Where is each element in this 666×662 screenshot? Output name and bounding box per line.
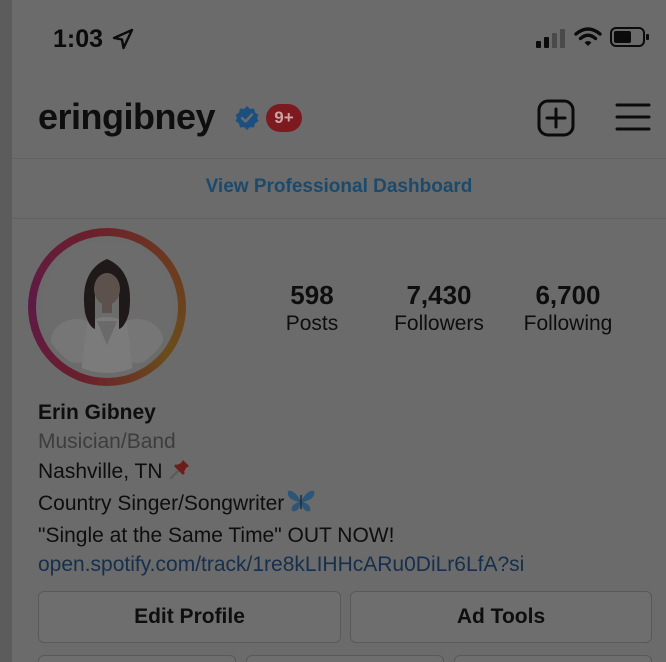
bio-location: Nashville, TN — [38, 459, 163, 483]
bio-location-line: Nashville, TN — [38, 457, 524, 489]
wifi-icon — [574, 26, 602, 53]
posts-label: Posts — [285, 312, 339, 335]
stat-followers[interactable]: 7,430 Followers — [384, 280, 494, 338]
followers-label: Followers — [394, 312, 484, 335]
stat-following[interactable]: 6,700 Following — [516, 280, 620, 338]
location-arrow-icon — [112, 28, 134, 55]
profile-header: eringibney 9+ — [12, 88, 666, 150]
followers-count: 7,430 — [406, 280, 472, 310]
secondary-button-3[interactable] — [454, 655, 652, 662]
following-count: 6,700 — [535, 280, 601, 310]
butterfly-icon — [286, 489, 316, 521]
verified-badge-icon — [234, 105, 260, 136]
edit-profile-button[interactable]: Edit Profile — [38, 591, 341, 643]
profile-username[interactable]: eringibney — [38, 96, 216, 138]
profile-screen: 1:03 eringibney 9+ View Professional Das… — [12, 0, 666, 662]
bio-name: Erin Gibney — [38, 401, 156, 424]
avatar[interactable] — [28, 228, 186, 386]
menu-icon[interactable] — [615, 102, 651, 137]
secondary-button-2[interactable] — [246, 655, 444, 662]
professional-dashboard-link[interactable]: View Professional Dashboard — [12, 160, 666, 218]
secondary-button-1[interactable] — [38, 655, 236, 662]
cellular-signal-icon — [536, 28, 566, 53]
posts-count: 598 — [290, 280, 334, 310]
bio-tagline: Country Singer/Songwriter — [38, 491, 285, 515]
ad-tools-button[interactable]: Ad Tools — [350, 591, 652, 643]
avatar-border — [36, 236, 178, 378]
bio-line-4: "Single at the Same Time" OUT NOW! — [38, 524, 395, 548]
following-label: Following — [523, 312, 613, 335]
bio-link[interactable]: open.spotify.com/track/1re8kLIHHcARu0DiL… — [38, 550, 524, 579]
notification-badge[interactable]: 9+ — [266, 104, 302, 132]
status-bar: 1:03 — [12, 0, 666, 78]
pushpin-icon — [168, 457, 192, 489]
bio-category: Musician/Band — [38, 430, 176, 454]
new-post-icon[interactable] — [537, 99, 575, 142]
bio-line-3: Country Singer/Songwriter — [38, 489, 524, 521]
dashboard-divider — [12, 218, 666, 219]
battery-icon — [610, 27, 650, 52]
header-divider — [12, 158, 666, 159]
avatar-photo — [41, 241, 173, 373]
profile-bio: Erin Gibney Musician/Band Nashville, TN … — [38, 398, 524, 580]
status-time: 1:03 — [53, 25, 104, 53]
stat-posts[interactable]: 598 Posts — [267, 280, 357, 338]
